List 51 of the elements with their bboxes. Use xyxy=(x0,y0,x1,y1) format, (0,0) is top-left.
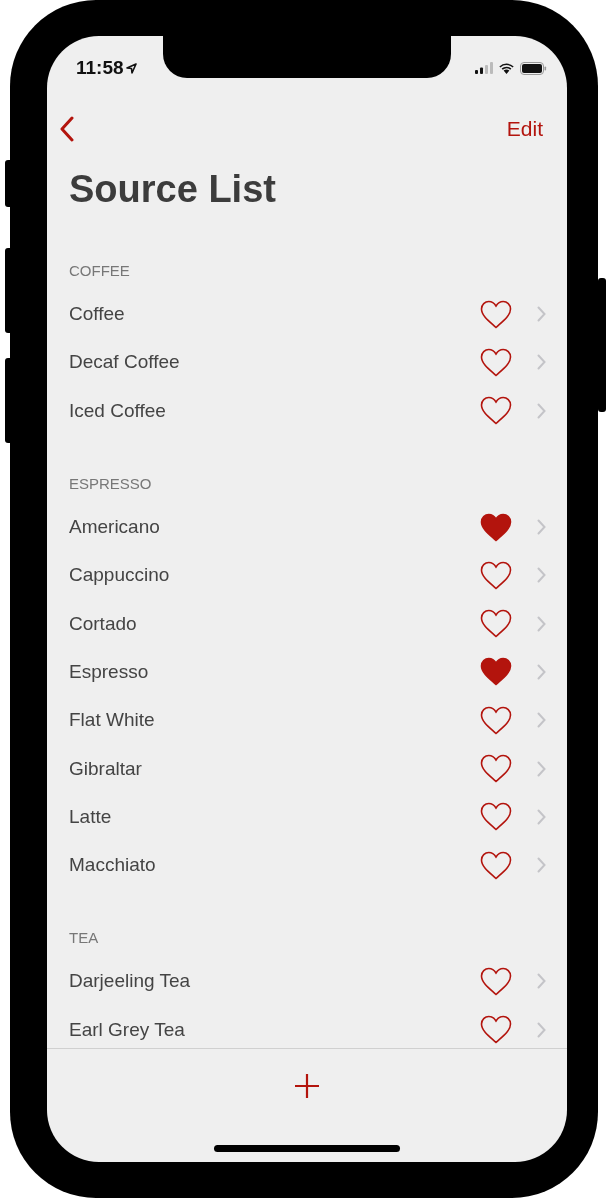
status-time: 11:58 xyxy=(76,57,124,79)
chevron-icon xyxy=(537,1021,546,1038)
heart-icon[interactable] xyxy=(480,609,512,639)
heart-icon[interactable] xyxy=(480,396,512,426)
back-chevron-icon[interactable] xyxy=(60,116,74,142)
list-row[interactable]: Coffee xyxy=(47,290,567,339)
chevron-icon xyxy=(537,760,546,777)
edit-button[interactable]: Edit xyxy=(506,117,543,141)
heart-icon[interactable] xyxy=(480,802,512,832)
list-row[interactable]: Latte xyxy=(47,792,567,841)
chevron-icon xyxy=(537,808,546,825)
list-row[interactable]: Earl Grey Tea xyxy=(47,1005,567,1048)
list-row[interactable]: Cortado xyxy=(47,599,567,648)
section-header: COFFEE xyxy=(68,262,131,280)
chevron-icon xyxy=(537,615,546,632)
list-row[interactable]: Gibraltar xyxy=(47,744,567,793)
chevron-icon xyxy=(537,567,546,584)
heart-icon[interactable] xyxy=(480,657,512,687)
location-icon xyxy=(125,62,137,74)
chevron-icon xyxy=(537,973,546,990)
list-row[interactable]: Decaf Coffee xyxy=(47,338,567,387)
heart-icon[interactable] xyxy=(480,347,512,377)
section-header: TEA xyxy=(68,929,100,948)
chevron-icon xyxy=(537,306,546,323)
chevron-icon xyxy=(537,663,546,680)
list-row[interactable]: Iced Coffee xyxy=(47,386,567,435)
heart-icon[interactable] xyxy=(480,1015,512,1045)
heart-icon[interactable] xyxy=(480,850,512,880)
heart-icon[interactable] xyxy=(480,705,512,735)
heart-icon[interactable] xyxy=(480,966,512,996)
signal-icon xyxy=(475,62,493,74)
heart-icon[interactable] xyxy=(480,560,512,590)
section-header: ESPRESSO xyxy=(68,474,153,493)
wifi-icon xyxy=(498,62,515,74)
list-row[interactable]: Darjeeling Tea xyxy=(47,957,567,1006)
list-row[interactable]: Americano xyxy=(47,502,567,552)
list-row[interactable]: Flat White xyxy=(47,696,567,745)
add-icon[interactable] xyxy=(294,1073,320,1099)
chevron-icon xyxy=(537,519,546,536)
chevron-icon xyxy=(537,402,546,419)
chevron-icon xyxy=(537,712,546,729)
chevron-icon xyxy=(537,857,546,874)
list-row[interactable]: Cappuccino xyxy=(47,551,567,600)
heart-icon[interactable] xyxy=(480,754,512,783)
chevron-icon xyxy=(537,354,546,371)
list-row[interactable]: Macchiato xyxy=(47,840,567,890)
battery-icon xyxy=(520,61,547,75)
heart-icon[interactable] xyxy=(480,299,512,329)
heart-icon[interactable] xyxy=(480,512,512,542)
page-title: Source List xyxy=(68,167,277,212)
list-row[interactable]: Espresso xyxy=(47,647,567,697)
